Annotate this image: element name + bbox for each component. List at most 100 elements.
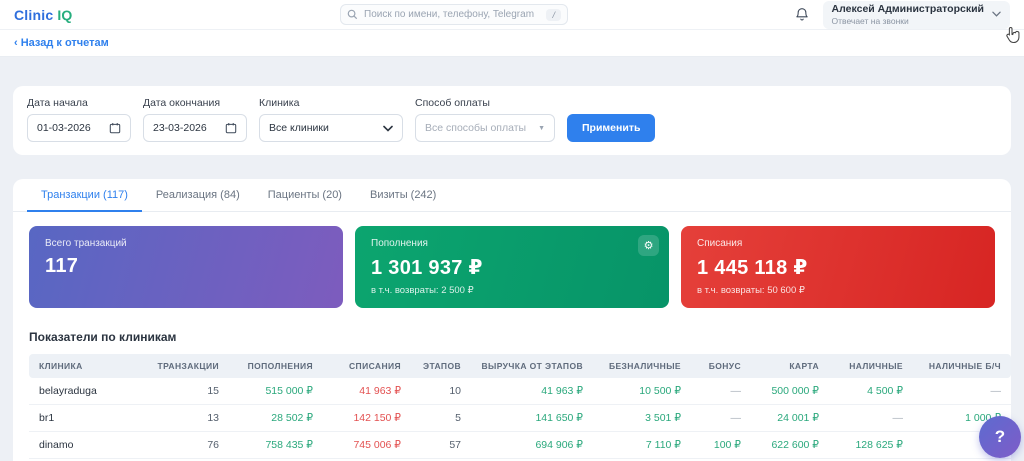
cell-cash: 4 500 ₽ xyxy=(829,378,913,405)
chevron-down-icon xyxy=(992,11,1001,17)
col-clinic: КЛИНИКА xyxy=(29,354,141,378)
col-writeoffs: СПИСАНИЯ xyxy=(323,354,411,378)
stat-card-total-transactions: Всего транзакций 117 xyxy=(29,226,343,308)
cell-bonus: — xyxy=(691,378,751,405)
user-info: Алексей Администраторский Отвечает на зв… xyxy=(832,3,984,26)
calendar-icon[interactable] xyxy=(109,122,121,134)
table-header-row: КЛИНИКА ТРАНЗАКЦИИ ПОПОЛНЕНИЯ СПИСАНИЯ Э… xyxy=(29,354,1011,378)
stat-note: в т.ч. возвраты: 2 500 ₽ xyxy=(371,285,653,296)
stat-label: Списания xyxy=(697,238,979,249)
cell-writeoffs: 142 150 ₽ xyxy=(323,405,411,432)
apply-button[interactable]: Применить xyxy=(567,114,655,142)
bell-icon[interactable] xyxy=(795,7,809,22)
tab-visits[interactable]: Визиты (242) xyxy=(356,179,450,212)
table-row[interactable]: belayraduga 15 515 000 ₽ 41 963 ₽ 10 41 … xyxy=(29,378,1011,405)
clinics-table-section: Показатели по клиникам КЛИНИКА ТРАНЗАКЦИ… xyxy=(13,318,1011,461)
cell-cash: — xyxy=(829,405,913,432)
payment-label: Способ оплаты xyxy=(415,97,555,109)
report-panel: Транзакции (117) Реализация (84) Пациент… xyxy=(13,179,1011,461)
cell-card: 500 000 ₽ xyxy=(751,378,829,405)
col-topups: ПОПОЛНЕНИЯ xyxy=(229,354,323,378)
tab-patients[interactable]: Пациенты (20) xyxy=(254,179,356,212)
date-start-label: Дата начала xyxy=(27,97,131,109)
search-shortcut-badge: / xyxy=(546,9,561,21)
header-right: Алексей Администраторский Отвечает на зв… xyxy=(795,1,1010,29)
stat-label: Всего транзакций xyxy=(45,238,327,249)
cell-stage-revenue: 141 650 ₽ xyxy=(471,405,593,432)
col-card: КАРТА xyxy=(751,354,829,378)
back-to-reports-link[interactable]: ‹ Назад к отчетам xyxy=(14,37,109,49)
filter-date-end: Дата окончания 23-03-2026 xyxy=(143,97,247,142)
stat-card-expense: Списания 1 445 118 ₽ в т.ч. возвраты: 50… xyxy=(681,226,995,308)
col-transactions: ТРАНЗАКЦИИ xyxy=(141,354,229,378)
payment-select[interactable]: Все способы оплаты ▼ xyxy=(415,114,555,142)
date-end-label: Дата окончания xyxy=(143,97,247,109)
help-button[interactable]: ? xyxy=(979,416,1021,458)
date-start-input[interactable]: 01-03-2026 xyxy=(27,114,131,142)
filter-date-start: Дата начала 01-03-2026 xyxy=(27,97,131,142)
cell-stage-revenue: 41 963 ₽ xyxy=(471,378,593,405)
col-bonus: БОНУС xyxy=(691,354,751,378)
clinic-label: Клиника xyxy=(259,97,403,109)
cell-transactions: 76 xyxy=(141,432,229,459)
date-end-value: 23-03-2026 xyxy=(153,122,219,134)
clinics-table: КЛИНИКА ТРАНЗАКЦИИ ПОПОЛНЕНИЯ СПИСАНИЯ Э… xyxy=(29,354,1011,461)
stat-label: Пополнения xyxy=(371,238,653,249)
cell-cash-bch: — xyxy=(913,378,1011,405)
cell-clinic: belayraduga xyxy=(29,378,141,405)
cell-transactions: 13 xyxy=(141,405,229,432)
app-logo[interactable]: ClinicIQ xyxy=(14,7,73,23)
cell-bonus: — xyxy=(691,405,751,432)
filters-panel: Дата начала 01-03-2026 Дата окончания 23… xyxy=(13,86,1011,155)
search-input[interactable]: Поиск по имени, телефону, Telegram / xyxy=(340,4,568,25)
user-status: Отвечает на звонки xyxy=(832,16,984,26)
cell-writeoffs: 745 006 ₽ xyxy=(323,432,411,459)
col-cash-bch: НАЛИЧНЫЕ Б/Ч xyxy=(913,354,1011,378)
table-title: Показатели по клиникам xyxy=(29,330,995,344)
stat-card-income: ⚙ Пополнения 1 301 937 ₽ в т.ч. возвраты… xyxy=(355,226,669,308)
cell-stage-revenue: 694 906 ₽ xyxy=(471,432,593,459)
top-header: ClinicIQ Поиск по имени, телефону, Teleg… xyxy=(0,0,1024,30)
logo-text-iq: IQ xyxy=(57,7,72,23)
cell-cashless: 7 110 ₽ xyxy=(593,432,691,459)
search-placeholder: Поиск по имени, телефону, Telegram xyxy=(364,9,546,20)
clinic-select[interactable]: Все клиники xyxy=(259,114,403,142)
col-cash: НАЛИЧНЫЕ xyxy=(829,354,913,378)
tab-transactions[interactable]: Транзакции (117) xyxy=(27,179,142,212)
cell-topups: 28 502 ₽ xyxy=(229,405,323,432)
col-stage-revenue: ВЫРУЧКА ОТ ЭТАПОВ xyxy=(471,354,593,378)
cell-writeoffs: 41 963 ₽ xyxy=(323,378,411,405)
cell-stages: 10 xyxy=(411,378,471,405)
stat-value: 117 xyxy=(45,255,327,278)
date-start-value: 01-03-2026 xyxy=(37,122,103,134)
stat-value: 1 445 118 ₽ xyxy=(697,255,979,280)
tab-realization[interactable]: Реализация (84) xyxy=(142,179,254,212)
cell-cashless: 3 501 ₽ xyxy=(593,405,691,432)
cell-stages: 5 xyxy=(411,405,471,432)
cell-topups: 758 435 ₽ xyxy=(229,432,323,459)
user-menu[interactable]: Алексей Администраторский Отвечает на зв… xyxy=(823,1,1010,29)
col-stages: ЭТАПОВ xyxy=(411,354,471,378)
user-name: Алексей Администраторский xyxy=(832,3,984,15)
col-cashless: БЕЗНАЛИЧНЫЕ xyxy=(593,354,691,378)
table-row[interactable]: br1 13 28 502 ₽ 142 150 ₽ 5 141 650 ₽ 3 … xyxy=(29,405,1011,432)
cell-card: 24 001 ₽ xyxy=(751,405,829,432)
chevron-down-icon xyxy=(383,125,393,132)
logo-text-clinic: Clinic xyxy=(14,7,53,23)
payment-placeholder: Все способы оплаты xyxy=(425,122,532,134)
cell-topups: 515 000 ₽ xyxy=(229,378,323,405)
calendar-icon[interactable] xyxy=(225,122,237,134)
cell-clinic: br1 xyxy=(29,405,141,432)
page-body: Дата начала 01-03-2026 Дата окончания 23… xyxy=(0,86,1024,461)
search-icon xyxy=(347,9,358,20)
cell-transactions: 15 xyxy=(141,378,229,405)
stat-cards: Всего транзакций 117 ⚙ Пополнения 1 301 … xyxy=(13,212,1011,318)
cell-clinic: dinamo xyxy=(29,432,141,459)
date-end-input[interactable]: 23-03-2026 xyxy=(143,114,247,142)
filter-clinic: Клиника Все клиники xyxy=(259,97,403,142)
cell-stages: 57 xyxy=(411,432,471,459)
table-row[interactable]: dinamo 76 758 435 ₽ 745 006 ₽ 57 694 906… xyxy=(29,432,1011,459)
cell-card: 622 600 ₽ xyxy=(751,432,829,459)
cell-cash: 128 625 ₽ xyxy=(829,432,913,459)
breadcrumb-bar: ‹ Назад к отчетам xyxy=(0,30,1024,57)
